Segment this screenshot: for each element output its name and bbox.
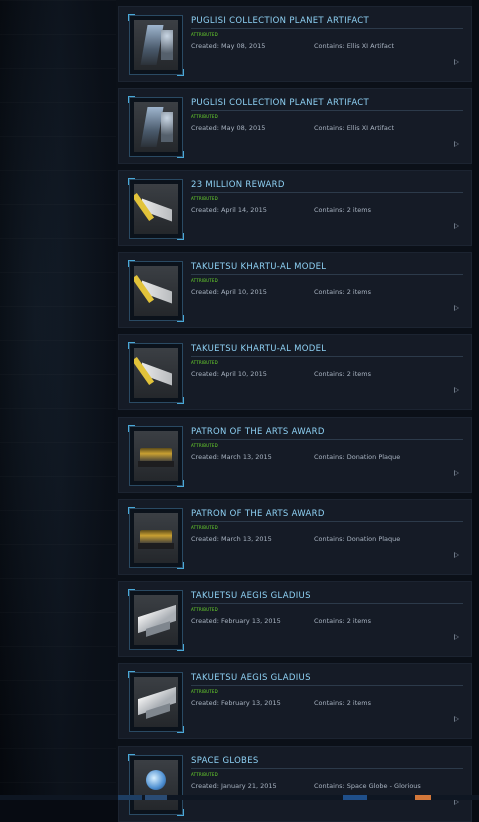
right-edge-strip (472, 0, 479, 800)
item-thumbnail-frame[interactable] (128, 178, 184, 240)
item-title[interactable]: PUGLISI COLLECTION PLANET ARTIFACT (191, 98, 463, 108)
created-date: Created: April 10, 2015 (191, 370, 267, 378)
item-title[interactable]: TAKUETSU AEGIS GLADIUS (191, 591, 463, 601)
pledge-item[interactable]: TAKUETSU AEGIS GLADIUS ATTRIBUTED Create… (118, 581, 472, 657)
play-arrow-icon[interactable] (454, 141, 459, 147)
play-arrow-icon[interactable] (454, 305, 459, 311)
title-divider (191, 685, 463, 686)
bottom-scroll-bar[interactable] (0, 795, 479, 800)
item-thumbnail-frame[interactable] (128, 260, 184, 322)
contains-text: Contains: 2 items (314, 699, 372, 707)
item-title[interactable]: PATRON OF THE ARTS AWARD (191, 509, 463, 519)
item-title[interactable]: TAKUETSU AEGIS GLADIUS (191, 673, 463, 683)
item-title[interactable]: TAKUETSU KHARTU-AL MODEL (191, 344, 463, 354)
ship-model-thumbnail (134, 266, 178, 316)
plaque-thumbnail (134, 431, 178, 481)
play-arrow-icon[interactable] (454, 59, 459, 65)
pledge-item[interactable]: PUGLISI COLLECTION PLANET ARTIFACT ATTRI… (118, 6, 472, 82)
item-title[interactable]: TAKUETSU KHARTU-AL MODEL (191, 262, 463, 272)
status-badge: ATTRIBUTED (191, 772, 218, 777)
item-title[interactable]: PUGLISI COLLECTION PLANET ARTIFACT (191, 16, 463, 26)
artifact-thumbnail (134, 102, 178, 152)
pledge-item[interactable]: TAKUETSU KHARTU-AL MODEL ATTRIBUTED Crea… (118, 334, 472, 410)
contains-text: Contains: Space Globe - Glorious (314, 782, 421, 790)
created-date: Created: January 21, 2015 (191, 782, 277, 790)
title-divider (191, 768, 463, 769)
title-divider (191, 439, 463, 440)
play-arrow-icon[interactable] (454, 470, 459, 476)
created-date: Created: May 08, 2015 (191, 42, 266, 50)
item-thumbnail-frame[interactable] (128, 589, 184, 651)
status-badge: ATTRIBUTED (191, 114, 218, 119)
status-badge: ATTRIBUTED (191, 607, 218, 612)
item-thumbnail-frame[interactable] (128, 342, 184, 404)
pledge-item[interactable]: SPACE GLOBES ATTRIBUTED Created: January… (118, 746, 472, 822)
pledge-item[interactable]: TAKUETSU AEGIS GLADIUS ATTRIBUTED Create… (118, 663, 472, 739)
pledge-item[interactable]: TAKUETSU KHARTU-AL MODEL ATTRIBUTED Crea… (118, 252, 472, 328)
created-date: Created: March 13, 2015 (191, 453, 272, 461)
pledge-item[interactable]: PATRON OF THE ARTS AWARD ATTRIBUTED Crea… (118, 499, 472, 575)
item-thumbnail-frame[interactable] (128, 425, 184, 487)
ship-model-thumbnail (134, 348, 178, 398)
contains-text: Contains: Ellis XI Artifact (314, 124, 395, 132)
title-divider (191, 356, 463, 357)
item-thumbnail-frame[interactable] (128, 96, 184, 158)
title-divider (191, 521, 463, 522)
bottom-bar-segment (415, 795, 431, 800)
item-thumbnail-frame[interactable] (128, 671, 184, 733)
title-divider (191, 110, 463, 111)
created-date: Created: February 13, 2015 (191, 699, 281, 707)
pledge-item[interactable]: 23 MILLION REWARD ATTRIBUTED Created: Ap… (118, 170, 472, 246)
created-date: Created: March 13, 2015 (191, 535, 272, 543)
created-date: Created: May 08, 2015 (191, 124, 266, 132)
item-thumbnail-frame[interactable] (128, 507, 184, 569)
pledge-item[interactable]: PATRON OF THE ARTS AWARD ATTRIBUTED Crea… (118, 417, 472, 493)
item-thumbnail-frame[interactable] (128, 14, 184, 76)
status-badge: ATTRIBUTED (191, 360, 218, 365)
contains-text: Contains: 2 items (314, 370, 372, 378)
bottom-bar-segment (118, 795, 142, 800)
item-title[interactable]: SPACE GLOBES (191, 756, 463, 766)
play-arrow-icon[interactable] (454, 634, 459, 640)
play-arrow-icon[interactable] (454, 716, 459, 722)
status-badge: ATTRIBUTED (191, 32, 218, 37)
contains-text: Contains: Donation Plaque (314, 535, 401, 543)
title-divider (191, 28, 463, 29)
contains-text: Contains: Donation Plaque (314, 453, 401, 461)
created-date: Created: February 13, 2015 (191, 617, 281, 625)
play-arrow-icon[interactable] (454, 223, 459, 229)
status-badge: ATTRIBUTED (191, 196, 218, 201)
artifact-thumbnail (134, 20, 178, 70)
plaque-thumbnail (134, 513, 178, 563)
bottom-bar-segment (343, 795, 367, 800)
ship-model-thumbnail (134, 677, 178, 727)
play-arrow-icon[interactable] (454, 387, 459, 393)
play-arrow-icon[interactable] (454, 552, 459, 558)
ship-model-thumbnail (134, 595, 178, 645)
pledge-item[interactable]: PUGLISI COLLECTION PLANET ARTIFACT ATTRI… (118, 88, 472, 164)
item-title[interactable]: 23 MILLION REWARD (191, 180, 463, 190)
status-badge: ATTRIBUTED (191, 689, 218, 694)
contains-text: Contains: 2 items (314, 288, 372, 296)
title-divider (191, 192, 463, 193)
created-date: Created: April 14, 2015 (191, 206, 267, 214)
status-badge: ATTRIBUTED (191, 278, 218, 283)
status-badge: ATTRIBUTED (191, 525, 218, 530)
item-thumbnail-frame[interactable] (128, 754, 184, 816)
contains-text: Contains: Ellis XI Artifact (314, 42, 395, 50)
status-badge: ATTRIBUTED (191, 443, 218, 448)
contains-text: Contains: 2 items (314, 206, 372, 214)
item-title[interactable]: PATRON OF THE ARTS AWARD (191, 427, 463, 437)
left-background-panel (0, 0, 116, 800)
ship-model-thumbnail (134, 184, 178, 234)
contains-text: Contains: 2 items (314, 617, 372, 625)
bottom-bar-segment (145, 795, 167, 800)
globe-thumbnail (134, 760, 178, 810)
title-divider (191, 603, 463, 604)
title-divider (191, 274, 463, 275)
created-date: Created: April 10, 2015 (191, 288, 267, 296)
